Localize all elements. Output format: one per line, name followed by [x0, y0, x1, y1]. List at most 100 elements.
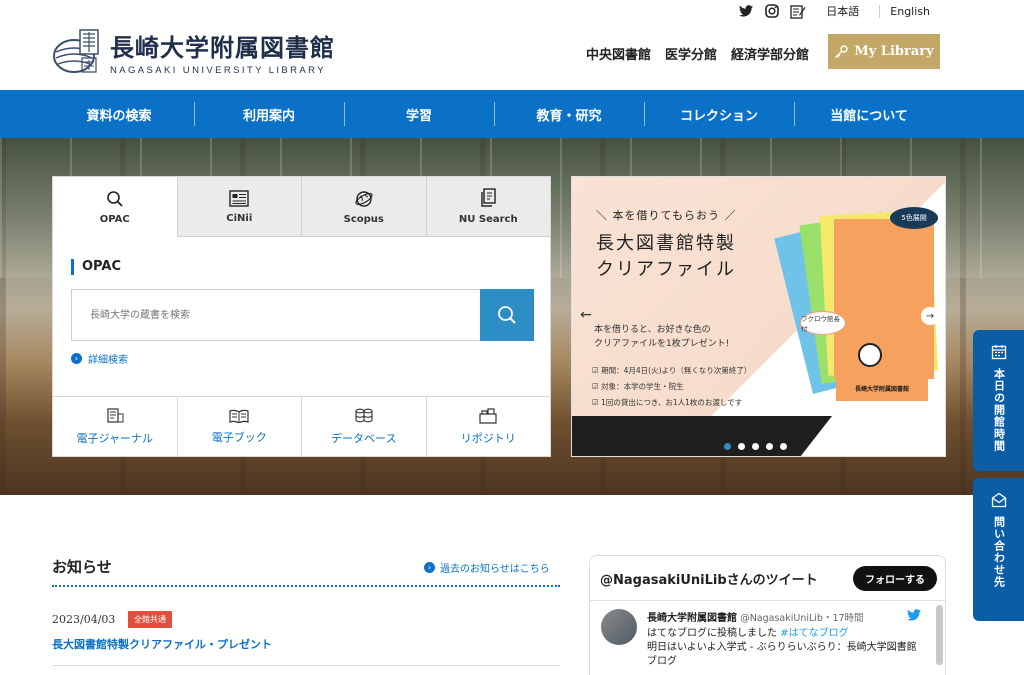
tab-opac-label: OPAC — [99, 213, 130, 225]
folder-label: 長崎大学附属図書館 — [854, 386, 909, 393]
tweet-scrollbar[interactable] — [936, 605, 943, 665]
news-item-divider — [52, 665, 560, 666]
banner-title-line2: クリアファイル — [596, 259, 736, 280]
search-row — [71, 289, 534, 341]
contact-label: 問い合わせ先 — [992, 516, 1006, 588]
quick-link-database-label: データベース — [331, 431, 397, 445]
quick-link-ejournal[interactable]: 電子ジャーナル — [53, 397, 177, 456]
ejournal-icon — [107, 407, 124, 423]
lang-japanese-link[interactable]: 日本語 — [816, 3, 869, 19]
branch-link-economics[interactable]: 経済学部分館 — [731, 44, 809, 63]
clear-folders-photo: 5色展開 フクロウ館長付 長崎大学附属図書館 — [772, 207, 942, 417]
carousel-dots — [724, 443, 787, 450]
tab-cinii-label: CiNii — [226, 212, 253, 224]
lang-english-link[interactable]: English — [879, 4, 940, 18]
banner-detail-period: 期間：4月4日(火)より（無くなり次第終了） — [592, 363, 751, 379]
documents-icon — [481, 188, 496, 207]
tweet-author-handle: @NagasakiUniLib・17時間 — [740, 613, 864, 624]
quick-link-database[interactable]: データベース — [301, 397, 426, 456]
news-item-link[interactable]: 長大図書館特製クリアファイル・プレゼント — [52, 636, 272, 652]
news-archive-label: 過去のお知らせはこちら — [440, 564, 550, 575]
nav-item-education-research[interactable]: 教育・研究 — [494, 90, 644, 138]
quick-links: 電子ジャーナル 電子ブック データベース リポジトリ — [53, 396, 550, 456]
logo-english-name: NAGASAKI UNIVERSITY LIBRARY — [110, 65, 326, 76]
nav-item-collection[interactable]: コレクション — [644, 90, 794, 138]
repository-icon — [479, 407, 497, 424]
opening-hours-tab[interactable]: 本日の開館時間 — [973, 330, 1024, 471]
news-date: 2023/04/03 — [52, 613, 116, 626]
news-category-badge: 全館共通 — [128, 611, 172, 628]
search-icon — [498, 306, 516, 324]
banner-title-line1: 長大図書館特製 — [596, 233, 736, 254]
quick-link-ebook-label: 電子ブック — [211, 430, 267, 444]
search-button[interactable] — [480, 289, 534, 341]
contact-tab[interactable]: 問い合わせ先 — [973, 478, 1024, 621]
page: 日本語 English 長崎大学附属図書館 NAGASAKI UNIVERSIT… — [0, 0, 1024, 675]
news-archive-link[interactable]: › 過去のお知らせはこちら — [424, 560, 550, 575]
tweet-author: 長崎大学附属図書館 @NagasakiUniLib・17時間 — [647, 609, 864, 624]
blog-icon[interactable] — [790, 3, 806, 19]
banner-title: 長大図書館特製 クリアファイル — [596, 231, 736, 283]
tweet-hashtag[interactable]: #はてなブログ — [780, 628, 848, 639]
news-divider — [52, 585, 560, 587]
twitter-follow-button[interactable]: フォローする — [853, 566, 937, 591]
twitter-widget-title: @NagasakiUniLibさんのツイート — [600, 573, 818, 588]
search-input[interactable] — [71, 289, 480, 341]
owl-mascot-icon — [858, 343, 882, 367]
quick-link-repository[interactable]: リポジトリ — [425, 397, 551, 456]
global-nav: 資料の検索 利用案内 学習 教育・研究 コレクション 当館について — [0, 90, 1024, 138]
newspaper-icon — [229, 189, 249, 207]
tab-nu-search[interactable]: NU Search — [425, 177, 550, 237]
banner-desc-line1: 本を借りると、お好きな色の — [594, 325, 711, 335]
banner-desc-line2: クリアファイルを1枚プレゼント! — [594, 339, 730, 349]
banner-details: 期間：4月4日(火)より（無くなり次第終了） 対象：本学の学生・院生 1回の貸出… — [592, 363, 751, 411]
carousel-prev-arrow-icon[interactable]: ← — [580, 307, 592, 323]
ebook-icon — [229, 409, 249, 423]
quick-link-ebook[interactable]: 電子ブック — [176, 397, 302, 456]
tab-opac[interactable]: OPAC — [53, 177, 177, 237]
branch-links: 中央図書館 医学分館 経済学部分館 — [586, 44, 809, 63]
folder-note-owl: フクロウ館長付 — [800, 311, 846, 335]
search-icon — [106, 190, 123, 207]
search-panel: OPAC CiNii Scopus NU Search OPAC › — [52, 176, 551, 457]
opac-heading: OPAC — [71, 259, 550, 275]
nav-item-guide[interactable]: 利用案内 — [194, 90, 344, 138]
carousel-dot[interactable] — [738, 443, 745, 450]
banner-detail-target: 対象：本学の学生・院生 — [592, 379, 751, 395]
search-tabs: OPAC CiNii Scopus NU Search — [53, 177, 550, 237]
tweet[interactable]: 長崎大学附属図書館 @NagasakiUniLib・17時間 はてなブログに投稿… — [590, 600, 945, 675]
carousel-next-arrow-icon[interactable]: → — [921, 307, 939, 325]
promo-banner-carousel[interactable]: ＼ 本を借りてもらおう ／ 長大図書館特製 クリアファイル 本を借りると、お好き… — [571, 176, 946, 457]
tab-scopus[interactable]: Scopus — [301, 177, 426, 237]
nav-item-learning[interactable]: 学習 — [344, 90, 494, 138]
library-emblem-icon — [53, 29, 99, 73]
my-library-button[interactable]: My Library — [828, 34, 940, 69]
tab-scopus-label: Scopus — [343, 213, 384, 225]
top-utility-bar: 日本語 English — [738, 0, 940, 22]
tweet-text: はてなブログに投稿しました #はてなブログ 明日はいよいよ入学式 - ぶらりらい… — [647, 627, 917, 669]
branch-link-medical[interactable]: 医学分館 — [665, 44, 717, 63]
mail-icon — [991, 492, 1006, 508]
quick-link-repository-label: リポジトリ — [460, 431, 516, 445]
carousel-dot[interactable] — [766, 443, 773, 450]
branch-link-central[interactable]: 中央図書館 — [586, 44, 651, 63]
twitter-widget-header: @NagasakiUniLibさんのツイート フォローする — [590, 556, 945, 591]
tab-cinii[interactable]: CiNii — [176, 177, 301, 237]
carousel-dot[interactable] — [724, 443, 731, 450]
database-icon — [355, 408, 373, 422]
advanced-search-link[interactable]: › 詳細検索 — [71, 351, 550, 366]
folder-front: 長崎大学附属図書館 — [836, 337, 928, 401]
banner-dark-strip — [572, 416, 832, 456]
carousel-dot[interactable] — [780, 443, 787, 450]
twitter-timeline-widget: @NagasakiUniLibさんのツイート フォローする 長崎大学附属図書館 … — [589, 555, 946, 675]
banner-subtitle: ＼ 本を借りてもらおう ／ — [596, 209, 737, 222]
chevron-right-icon: › — [424, 562, 435, 573]
carousel-dot[interactable] — [752, 443, 759, 450]
key-icon — [835, 44, 849, 58]
nav-item-search[interactable]: 資料の検索 — [44, 90, 194, 138]
nav-item-about[interactable]: 当館について — [794, 90, 944, 138]
twitter-icon[interactable] — [738, 3, 754, 19]
instagram-icon[interactable] — [764, 3, 780, 19]
site-logo[interactable]: 長崎大学附属図書館 NAGASAKI UNIVERSITY LIBRARY — [52, 28, 335, 76]
avatar — [601, 609, 637, 645]
